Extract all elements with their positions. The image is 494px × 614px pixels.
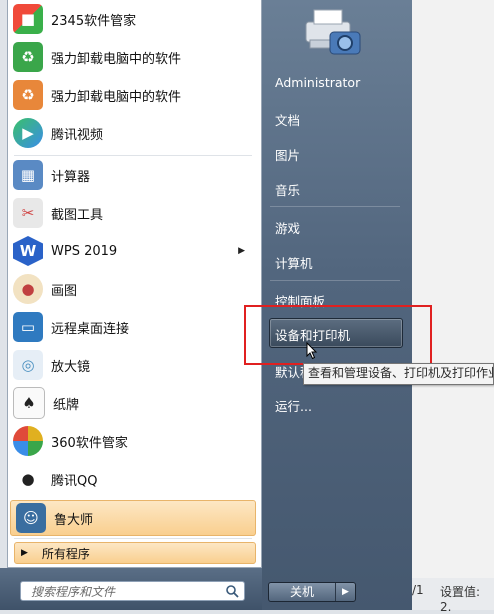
remote-desktop-icon: ▭: [13, 312, 43, 342]
annotation-red-box: [244, 305, 432, 365]
tencent-video-icon: ▶: [13, 118, 43, 148]
program-calculator[interactable]: ▦ 计算器: [8, 157, 253, 193]
uninstall-orange-icon: ♻: [13, 80, 43, 110]
360-manager-icon: [13, 426, 43, 456]
settings-value: 设置值: 2.: [440, 585, 481, 614]
shutdown-label[interactable]: 关机: [269, 583, 336, 601]
paint-icon: ●: [13, 274, 43, 304]
printer-camera-icon: [305, 9, 361, 55]
divider: [270, 206, 400, 207]
music-link[interactable]: 音乐: [275, 180, 300, 199]
divider: [270, 280, 400, 281]
snipping-tool-icon: ✂: [13, 198, 43, 228]
program-solitaire[interactable]: ♠ 纸牌: [8, 385, 253, 421]
program-360-manager[interactable]: 360软件管家: [8, 423, 253, 459]
program-tencent-video[interactable]: ▶ 腾讯视频: [8, 115, 253, 151]
computer-link[interactable]: 计算机: [275, 253, 313, 272]
start-menu: ■ 2345软件管家 ♻ 强力卸载电脑中的软件 ♻ 强力卸载电脑中的软件 ▶ 腾…: [0, 0, 432, 610]
qq-icon: ●: [13, 464, 43, 494]
magnifier-icon: ◎: [13, 350, 43, 380]
program-wps[interactable]: W WPS 2019 ▶: [8, 233, 253, 269]
program-magnifier[interactable]: ◎ 放大镜: [8, 347, 253, 383]
status-strip: /1 设置值: 2.: [410, 578, 494, 614]
submenu-arrow-icon: ▶: [238, 246, 245, 256]
page-indicator: /1: [412, 583, 424, 597]
divider: [14, 538, 252, 539]
program-snipping-tool[interactable]: ✂ 截图工具: [8, 195, 253, 231]
program-uninstall-2[interactable]: ♻ 强力卸载电脑中的软件: [8, 77, 253, 113]
wps-icon: W: [13, 236, 43, 266]
program-paint[interactable]: ● 画图: [8, 271, 253, 307]
shutdown-button[interactable]: 关机 ▶: [268, 582, 356, 602]
user-name-link[interactable]: Administrator: [275, 75, 360, 90]
program-qq[interactable]: ● 腾讯QQ: [8, 461, 253, 497]
games-link[interactable]: 游戏: [275, 218, 300, 237]
mouse-cursor-icon: [306, 342, 318, 360]
2345-manager-icon: ■: [13, 4, 43, 34]
all-programs-button[interactable]: ▶ 所有程序: [14, 542, 256, 564]
divider: [14, 155, 252, 156]
program-uninstall-1[interactable]: ♻ 强力卸载电脑中的软件: [8, 39, 253, 75]
program-2345-manager[interactable]: ■ 2345软件管家: [8, 1, 253, 37]
tooltip: 查看和管理设备、打印机及打印作业: [303, 363, 494, 385]
documents-link[interactable]: 文档: [275, 110, 300, 129]
play-arrow-icon: ▶: [21, 548, 28, 558]
search-icon: [226, 585, 239, 598]
uninstall-green-icon: ♻: [13, 42, 43, 72]
search-input[interactable]: 搜索程序和文件: [20, 581, 245, 601]
ludashi-icon: ☺: [16, 503, 46, 533]
pictures-link[interactable]: 图片: [275, 145, 300, 164]
calculator-icon: ▦: [13, 160, 43, 190]
run-link[interactable]: 运行...: [275, 396, 312, 415]
shutdown-options-arrow-icon[interactable]: ▶: [336, 583, 355, 601]
program-ludashi[interactable]: ☺ 鲁大师: [10, 500, 256, 536]
solitaire-icon: ♠: [13, 387, 45, 419]
program-remote-desktop[interactable]: ▭ 远程桌面连接: [8, 309, 253, 345]
